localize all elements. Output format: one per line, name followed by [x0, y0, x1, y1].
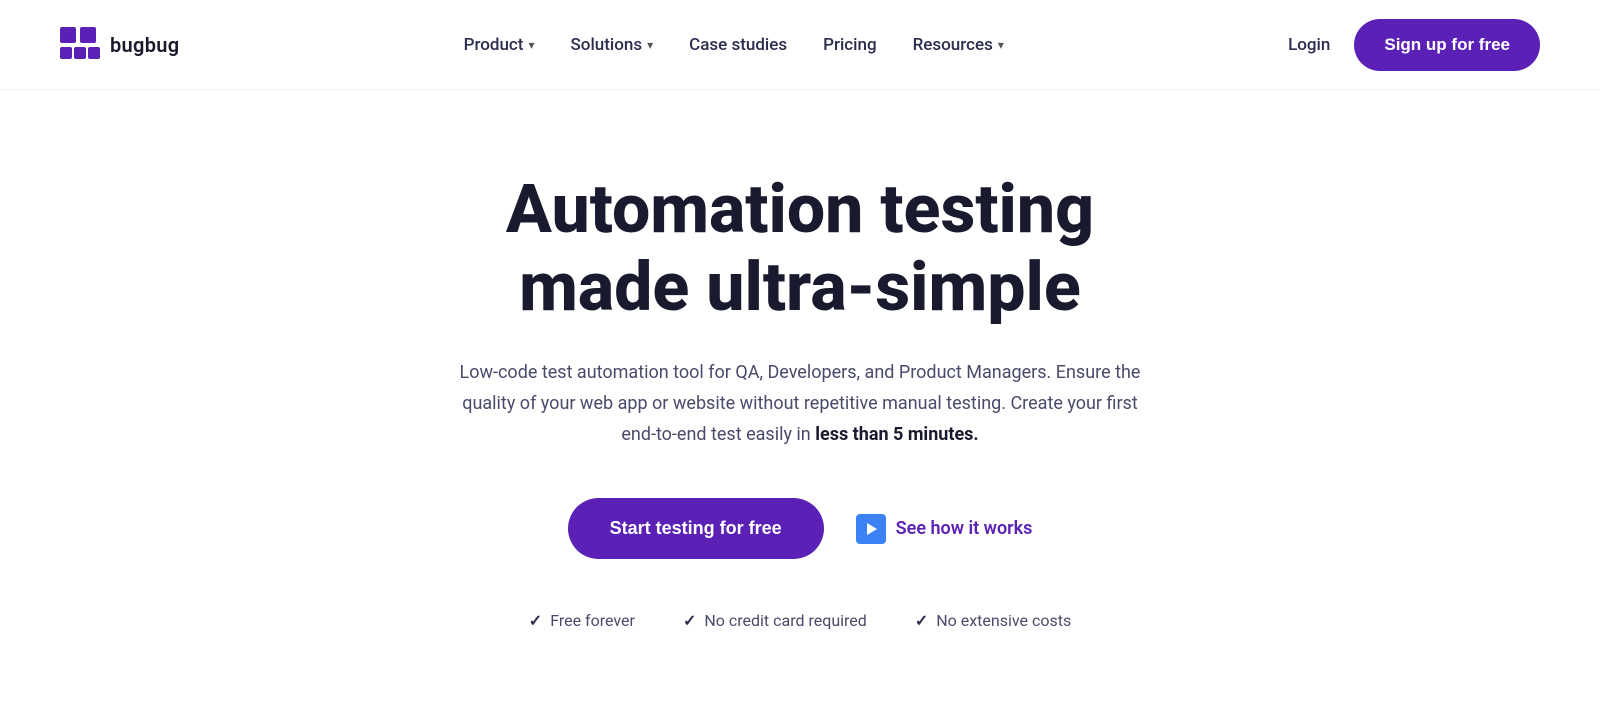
nav-actions: Login Sign up for free	[1288, 19, 1540, 71]
nav-links: Product ▾ Solutions ▾ Case studies Prici…	[464, 35, 1004, 55]
nav-item-product[interactable]: Product ▾	[464, 35, 535, 55]
navbar: bugbug Product ▾ Solutions ▾ Case studie…	[0, 0, 1600, 90]
nav-item-case-studies[interactable]: Case studies	[689, 35, 787, 55]
logo-text: bugbug	[110, 33, 179, 57]
hero-buttons: Start testing for free See how it works	[568, 498, 1033, 559]
chevron-down-icon: ▾	[528, 38, 534, 52]
chevron-down-icon: ▾	[647, 38, 653, 52]
logo-icon	[60, 27, 100, 63]
hero-subtitle: Low-code test automation tool for QA, De…	[450, 358, 1150, 450]
feature-item-0: ✓ Free forever	[529, 611, 635, 630]
nav-item-resources[interactable]: Resources ▾	[913, 35, 1004, 55]
nav-link-case-studies[interactable]: Case studies	[689, 35, 787, 55]
checkmark-icon: ✓	[915, 611, 928, 630]
nav-link-solutions[interactable]: Solutions ▾	[571, 35, 654, 55]
nav-link-resources[interactable]: Resources ▾	[913, 35, 1004, 55]
nav-link-product[interactable]: Product ▾	[464, 35, 535, 55]
hero-features: ✓ Free forever ✓ No credit card required…	[529, 611, 1071, 630]
nav-link-pricing[interactable]: Pricing	[823, 35, 877, 55]
cta-primary-button[interactable]: Start testing for free	[568, 498, 824, 559]
signup-button[interactable]: Sign up for free	[1354, 19, 1540, 71]
logo-link[interactable]: bugbug	[60, 27, 179, 63]
hero-section: Automation testing made ultra-simple Low…	[0, 90, 1600, 670]
chevron-down-icon: ▾	[998, 38, 1004, 52]
feature-item-1: ✓ No credit card required	[683, 611, 867, 630]
nav-item-solutions[interactable]: Solutions ▾	[571, 35, 654, 55]
checkmark-icon: ✓	[529, 611, 542, 630]
play-icon	[856, 514, 886, 544]
feature-item-2: ✓ No extensive costs	[915, 611, 1071, 630]
login-link[interactable]: Login	[1288, 35, 1330, 55]
cta-secondary-link[interactable]: See how it works	[856, 514, 1033, 544]
nav-item-pricing[interactable]: Pricing	[823, 35, 877, 55]
checkmark-icon: ✓	[683, 611, 696, 630]
hero-title: Automation testing made ultra-simple	[506, 170, 1094, 326]
play-triangle	[867, 523, 877, 535]
